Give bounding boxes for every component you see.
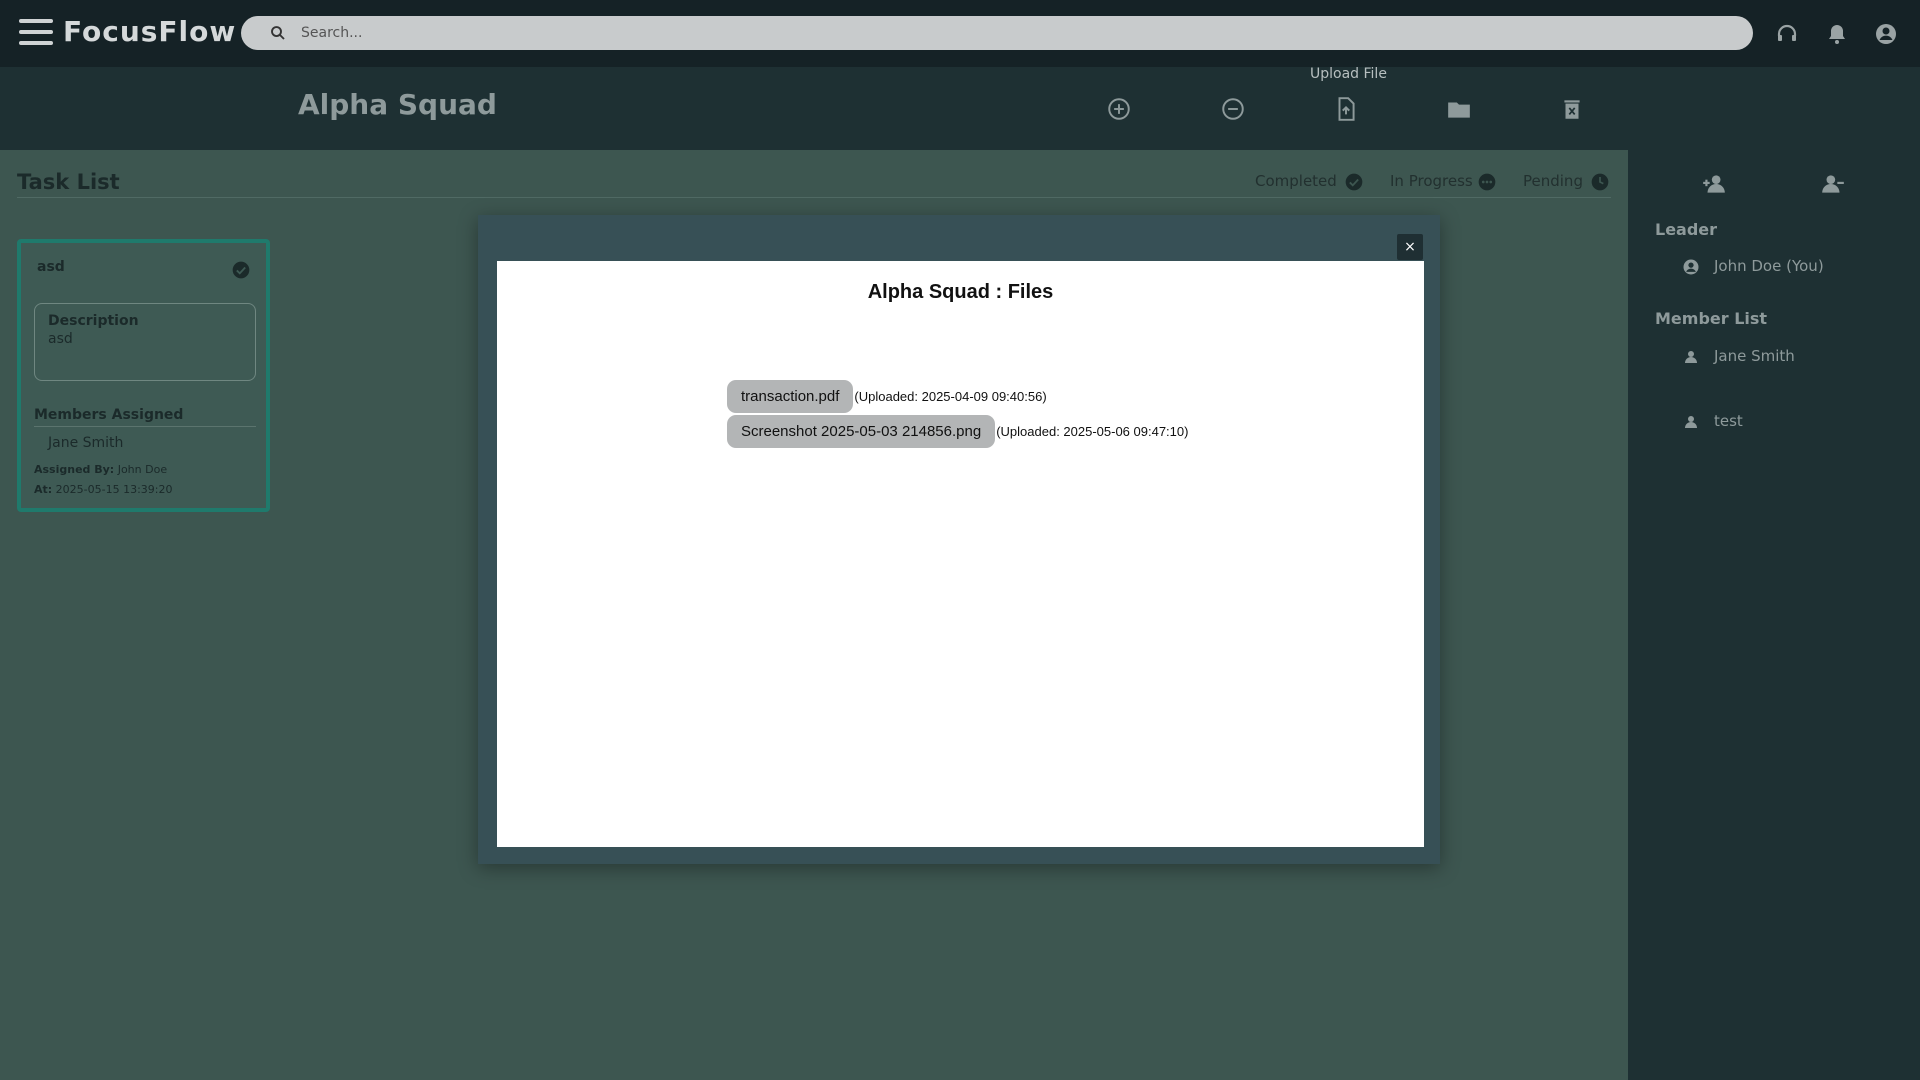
file-row: transaction.pdf (Uploaded: 2025-04-09 09… (727, 380, 1047, 413)
files-modal-body: Alpha Squad : Files transaction.pdf (Upl… (497, 261, 1424, 847)
file-row: Screenshot 2025-05-03 214856.png (Upload… (727, 415, 1188, 448)
file-link[interactable]: transaction.pdf (727, 380, 854, 413)
modal-title: Alpha Squad : Files (867, 281, 1054, 303)
file-link[interactable]: Screenshot 2025-05-03 214856.png (727, 415, 996, 448)
file-upload-date: (Uploaded: 2025-05-06 09:47:10) (996, 424, 1189, 439)
close-icon[interactable]: × (1397, 234, 1423, 260)
file-upload-date: (Uploaded: 2025-04-09 09:40:56) (854, 389, 1047, 404)
